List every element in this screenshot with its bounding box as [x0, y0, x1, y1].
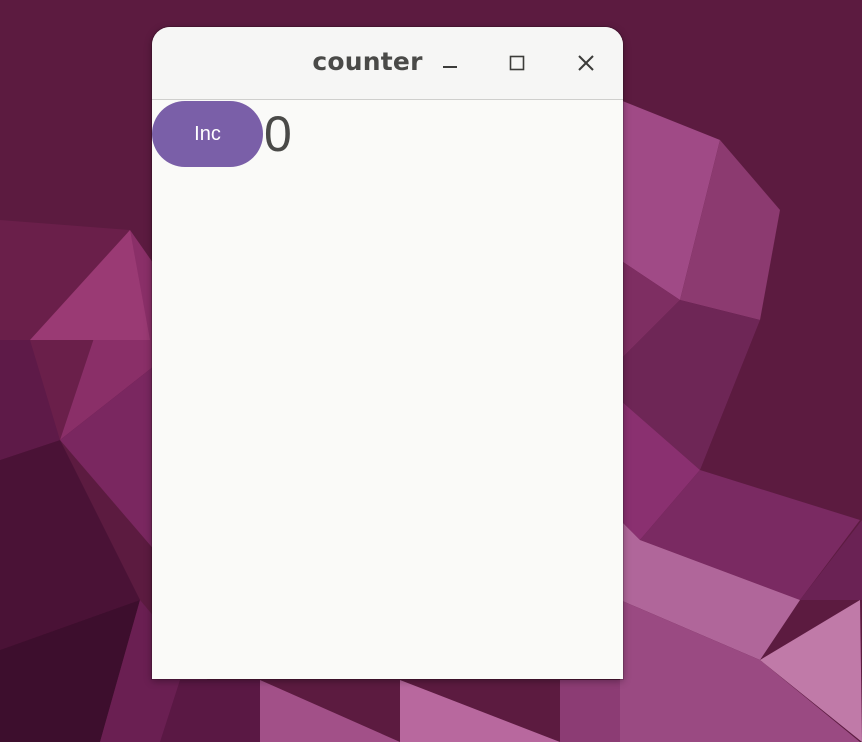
close-icon	[576, 53, 596, 73]
app-window: counter Inc 0	[152, 27, 623, 679]
maximize-button[interactable]	[501, 47, 533, 79]
minimize-icon	[440, 53, 460, 73]
minimize-button[interactable]	[434, 47, 466, 79]
inc-button[interactable]: Inc	[152, 101, 263, 167]
title-bar[interactable]: counter	[152, 27, 623, 100]
app-content: Inc 0	[152, 100, 623, 679]
counter-value: 0	[264, 106, 292, 162]
maximize-icon	[507, 53, 527, 73]
close-button[interactable]	[570, 47, 602, 79]
